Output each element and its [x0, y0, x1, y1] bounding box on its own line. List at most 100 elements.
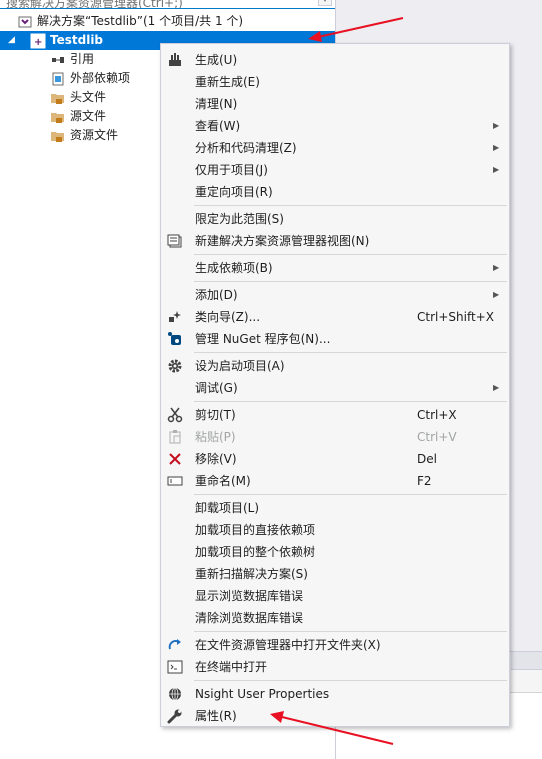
- menu-item-open-terminal[interactable]: 在终端中打开: [162, 656, 508, 678]
- menu-item-label: 分析和代码清理(Z): [195, 141, 297, 155]
- menu-item-label: 清理(N): [195, 97, 238, 111]
- solution-icon: [17, 14, 33, 30]
- menu-item-nsight[interactable]: Nsight User Properties: [162, 683, 508, 705]
- menu-item-load-dep-tree[interactable]: 加载项目的整个依赖树: [162, 541, 508, 563]
- menu-item-label: 加载项目的整个依赖树: [195, 545, 316, 559]
- tree-item-resource-files[interactable]: 资源文件: [50, 126, 118, 145]
- menu-item-clean[interactable]: 清理(N): [162, 93, 508, 115]
- menu-item-add[interactable]: 添加(D) ▶: [162, 284, 508, 306]
- menu-item-label: 粘贴(P): [195, 430, 236, 444]
- submenu-arrow-icon: ▶: [493, 383, 500, 392]
- menu-item-label: 新建解决方案资源管理器视图(N): [195, 234, 370, 248]
- tree-item-source-files[interactable]: 源文件: [50, 107, 106, 126]
- menu-item-class-wizard[interactable]: 类向导(Z)... Ctrl+Shift+X: [162, 306, 508, 328]
- submenu-arrow-icon: ▶: [493, 290, 500, 299]
- menu-item-open-in-explorer[interactable]: 在文件资源管理器中打开文件夹(X): [162, 634, 508, 656]
- menu-separator: [194, 680, 507, 681]
- menu-item-remove[interactable]: 移除(V) Del: [162, 448, 508, 470]
- menu-item-label: 清除浏览数据库错误: [195, 611, 304, 625]
- menu-item-cut[interactable]: 剪切(T) Ctrl+X: [162, 404, 508, 426]
- tree-item-references[interactable]: 引用: [50, 50, 94, 69]
- menu-item-project-only[interactable]: 仅用于项目(J) ▶: [162, 159, 508, 181]
- tree-solution-node[interactable]: 解决方案“Testdlib”(1 个项目/共 1 个): [17, 12, 243, 31]
- menu-item-label: 管理 NuGet 程序包(N)...: [195, 332, 331, 346]
- menu-separator: [194, 631, 507, 632]
- submenu-arrow-icon: ▶: [493, 121, 500, 130]
- menu-separator: [194, 401, 507, 402]
- remove-icon: [167, 451, 183, 467]
- menu-item-new-view[interactable]: 新建解决方案资源管理器视图(N): [162, 230, 508, 252]
- menu-item-build-dependencies[interactable]: 生成依赖项(B) ▶: [162, 257, 508, 279]
- folder-icon: [50, 128, 66, 144]
- menu-item-properties[interactable]: 属性(R): [162, 705, 508, 727]
- menu-item-shortcut: Ctrl+V: [417, 430, 457, 444]
- menu-item-shortcut: Del: [417, 452, 437, 466]
- menu-item-label: 仅用于项目(J): [195, 163, 268, 177]
- menu-item-set-startup[interactable]: 设为启动项目(A): [162, 355, 508, 377]
- menu-item-label: 调试(G): [195, 381, 238, 395]
- menu-item-rescan[interactable]: 重新扫描解决方案(S): [162, 563, 508, 585]
- menu-item-rename[interactable]: 重命名(M) F2: [162, 470, 508, 492]
- scissors-icon: [167, 407, 183, 423]
- terminal-icon: [167, 659, 183, 675]
- wrench-icon: [167, 708, 183, 724]
- menu-item-scope[interactable]: 限定为此范围(S): [162, 208, 508, 230]
- menu-item-label: 加载项目的直接依赖项: [195, 523, 316, 537]
- menu-item-label: 限定为此范围(S): [195, 212, 284, 226]
- menu-item-build[interactable]: 生成(U): [162, 49, 508, 71]
- menu-item-shortcut: Ctrl+Shift+X: [417, 310, 494, 324]
- menu-item-show-db-errors[interactable]: 显示浏览数据库错误: [162, 585, 508, 607]
- nuget-icon: [167, 331, 183, 347]
- rename-icon: [167, 473, 183, 489]
- search-dropdown-button[interactable]: ▾: [318, 0, 332, 6]
- menu-item-rebuild[interactable]: 重新生成(E): [162, 71, 508, 93]
- submenu-arrow-icon: ▶: [493, 165, 500, 174]
- menu-item-unload[interactable]: 卸载项目(L): [162, 497, 508, 519]
- tree-item-label: 外部依赖项: [70, 71, 131, 85]
- menu-item-paste[interactable]: 粘贴(P) Ctrl+V: [162, 426, 508, 448]
- menu-item-debug[interactable]: 调试(G) ▶: [162, 377, 508, 399]
- menu-item-label: 属性(R): [195, 709, 237, 723]
- menu-item-label: 卸载项目(L): [195, 501, 260, 515]
- submenu-arrow-icon: ▶: [493, 263, 500, 272]
- menu-separator: [194, 205, 507, 206]
- menu-item-label: 剪切(T): [195, 408, 236, 422]
- menu-separator: [194, 254, 507, 255]
- menu-item-label: 重新扫描解决方案(S): [195, 567, 308, 581]
- collapse-arrow-icon[interactable]: ◢: [8, 31, 20, 50]
- solution-label: 解决方案“Testdlib”(1 个项目/共 1 个): [37, 14, 244, 28]
- menu-item-label: Nsight User Properties: [195, 687, 330, 701]
- menu-item-view[interactable]: 查看(W) ▶: [162, 115, 508, 137]
- tree-item-label: 引用: [70, 52, 95, 66]
- open-folder-icon: [167, 637, 183, 653]
- menu-item-analyze[interactable]: 分析和代码清理(Z) ▶: [162, 137, 508, 159]
- menu-item-load-direct-deps[interactable]: 加载项目的直接依赖项: [162, 519, 508, 541]
- submenu-arrow-icon: ▶: [493, 143, 500, 152]
- menu-item-label: 查看(W): [195, 119, 241, 133]
- search-placeholder: 搜索解决方案资源管理器(Ctrl+;): [6, 0, 183, 9]
- menu-item-label: 生成(U): [195, 53, 238, 67]
- menu-item-label: 重新生成(E): [195, 75, 260, 89]
- tree-item-external-deps[interactable]: 外部依赖项: [50, 69, 130, 88]
- menu-item-label: 在文件资源管理器中打开文件夹(X): [195, 638, 381, 652]
- menu-item-retarget[interactable]: 重定向项目(R): [162, 181, 508, 203]
- project-icon: +: [30, 33, 46, 49]
- folder-icon: [50, 109, 66, 125]
- folder-icon: [50, 90, 66, 106]
- menu-item-label: 类向导(Z)...: [195, 310, 261, 324]
- menu-item-label: 在终端中打开: [195, 660, 268, 674]
- tree-item-header-files[interactable]: 头文件: [50, 88, 106, 107]
- tree-item-label: 资源文件: [70, 128, 119, 142]
- menu-item-shortcut: Ctrl+X: [417, 408, 457, 422]
- menu-item-nuget[interactable]: 管理 NuGet 程序包(N)...: [162, 328, 508, 350]
- references-icon: [50, 52, 66, 68]
- menu-item-clear-db-errors[interactable]: 清除浏览数据库错误: [162, 607, 508, 629]
- menu-item-label: 生成依赖项(B): [195, 261, 273, 275]
- panel-tab-strip: [511, 652, 542, 670]
- search-input[interactable]: 搜索解决方案资源管理器(Ctrl+;) ▾: [0, 0, 335, 9]
- menu-item-label: 重定向项目(R): [195, 185, 273, 199]
- menu-separator: [194, 352, 507, 353]
- menu-item-shortcut: F2: [417, 474, 432, 488]
- class-wizard-icon: [167, 309, 183, 325]
- context-menu: 生成(U) 重新生成(E) 清理(N) 查看(W) ▶ 分析和代码清理(Z) ▶…: [160, 43, 510, 727]
